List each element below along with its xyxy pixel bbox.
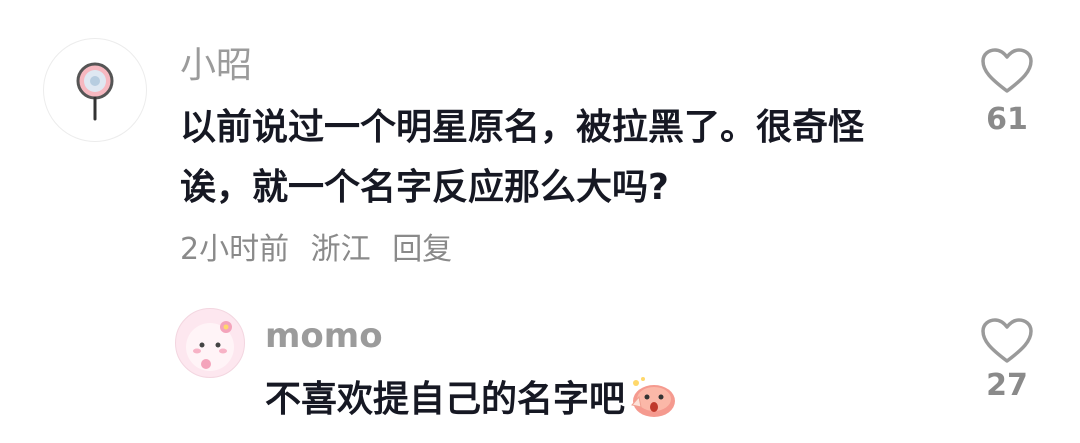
heart-icon [981, 318, 1033, 363]
pink-cartoon-avatar [186, 321, 234, 371]
comment-location: 浙江 [310, 232, 371, 267]
avatar[interactable] [43, 38, 147, 142]
comment-text-line: 诶，就一个名字反应那么大吗? [180, 167, 669, 208]
comment-text: 以前说过一个明星原名，被拉黑了。很奇怪 诶，就一个名字反应那么大吗? [180, 98, 960, 218]
lollipop-icon [76, 62, 114, 121]
avatar[interactable] [175, 308, 245, 378]
comment-time: 2小时前 [180, 232, 290, 267]
like-button[interactable]: 27 [972, 318, 1042, 404]
reply-button[interactable]: 回复 [392, 232, 452, 267]
comment-text-line: 不喜欢提自己的名字吧 [265, 379, 626, 420]
comment-text-line: 以前说过一个明星原名，被拉黑了。很奇怪 [180, 107, 865, 148]
like-count: 27 [986, 368, 1028, 403]
comment-username[interactable]: momo [265, 316, 383, 356]
comment-text: 不喜欢提自己的名字吧 [265, 370, 677, 438]
like-count: 61 [986, 102, 1028, 137]
shocked-emoji [627, 375, 677, 438]
heart-icon [981, 48, 1033, 93]
comment-meta: 2小时前 浙江 回复 [180, 232, 464, 268]
comment-username[interactable]: 小昭 [180, 46, 252, 86]
like-button[interactable]: 61 [972, 48, 1042, 138]
